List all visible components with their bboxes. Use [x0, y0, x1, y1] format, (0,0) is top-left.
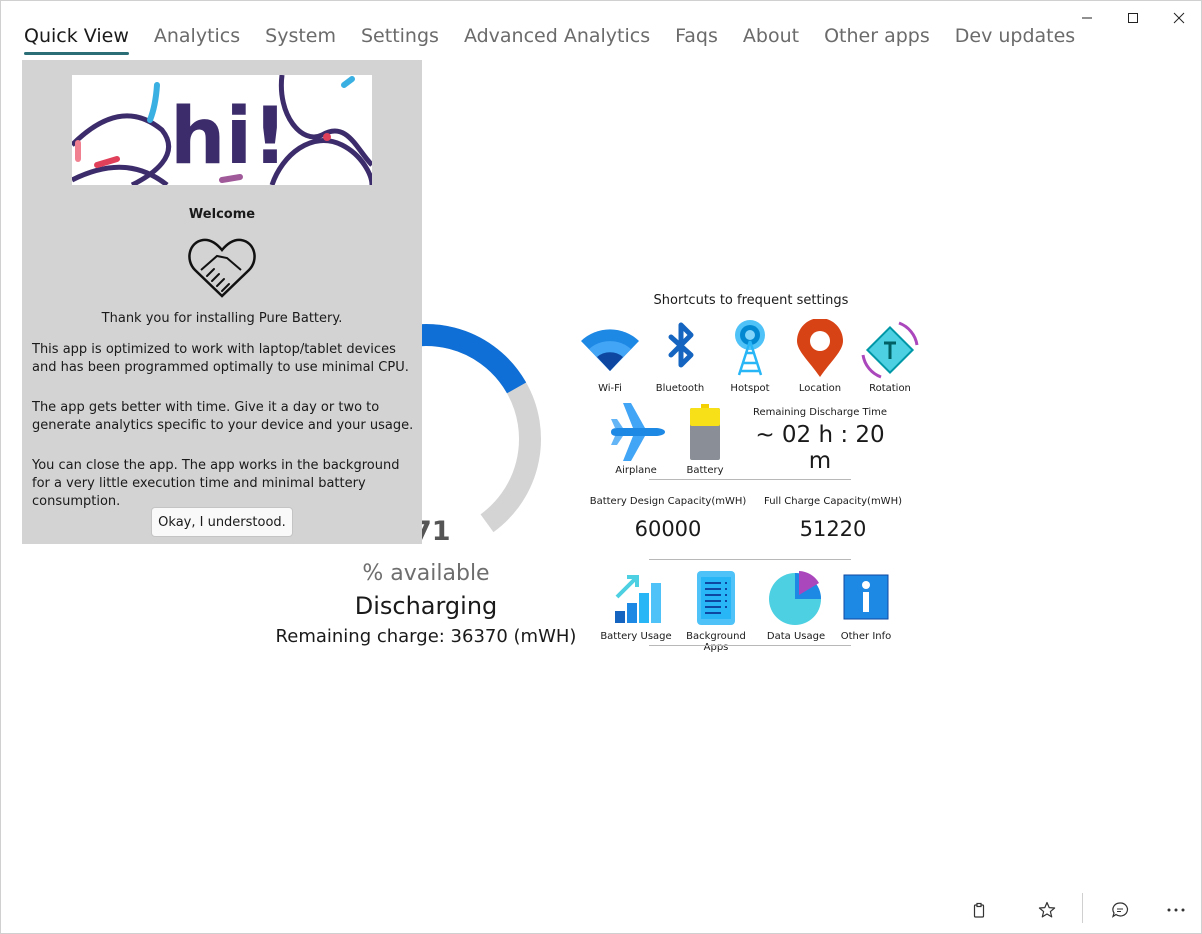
shortcut-label: Other Info: [840, 631, 892, 642]
shortcut-label: Bluetooth: [655, 383, 705, 394]
tab-other-apps[interactable]: Other apps: [824, 25, 930, 47]
star-icon[interactable]: [1032, 897, 1062, 923]
airplane-icon: [611, 403, 665, 461]
tab-analytics[interactable]: Analytics: [154, 25, 240, 47]
dialog-paragraph-3: You can close the app. The app works in …: [32, 458, 400, 509]
ok-understood-button[interactable]: Okay, I understood.: [151, 507, 293, 537]
shortcut-airplane[interactable]: Airplane: [596, 401, 676, 476]
data-usage-icon: [769, 571, 821, 625]
shortcut-data-usage[interactable]: Data Usage: [756, 567, 836, 642]
toolbar-divider: [1082, 893, 1083, 923]
shortcut-bluetooth[interactable]: Bluetooth: [640, 319, 720, 394]
other-info-icon: [843, 574, 889, 620]
divider: [649, 479, 851, 480]
wifi-icon: [581, 329, 639, 371]
tab-system[interactable]: System: [265, 25, 336, 47]
design-capacity-value: 60000: [634, 517, 702, 541]
shortcut-label: Battery Usage: [600, 631, 672, 642]
divider: [649, 645, 851, 646]
shortcut-other-info[interactable]: Other Info: [826, 567, 906, 642]
tab-faqs[interactable]: Faqs: [675, 25, 718, 47]
charging-status: Discharging: [354, 592, 498, 620]
tab-about[interactable]: About: [743, 25, 799, 47]
discharge-time-label: Remaining Discharge Time: [752, 407, 888, 418]
more-icon[interactable]: [1161, 897, 1191, 923]
tab-advanced-analytics[interactable]: Advanced Analytics: [464, 25, 650, 47]
hotspot-icon: [735, 320, 765, 376]
dialog-paragraph-2: The app gets better with time. Give it a…: [32, 400, 414, 433]
shortcut-location[interactable]: Location: [780, 319, 860, 394]
shortcut-rotation[interactable]: Rotation: [850, 319, 930, 394]
location-icon: [797, 319, 843, 377]
shortcut-label: Location: [798, 383, 842, 394]
hi-banner-image: hi!: [72, 75, 372, 185]
shortcut-hotspot[interactable]: Hotspot: [710, 319, 790, 394]
shortcut-label: Hotspot: [730, 383, 770, 394]
tab-quick-view[interactable]: Quick View: [24, 25, 129, 55]
full-charge-capacity-value: 51220: [799, 517, 867, 541]
shortcut-label: Battery: [686, 465, 724, 476]
dialog-paragraph-1: This app is optimized to work with lapto…: [32, 342, 409, 375]
bluetooth-icon: [668, 322, 694, 368]
battery-usage-icon: [615, 575, 661, 623]
feedback-icon[interactable]: [1105, 897, 1135, 923]
thanks-text: Thank you for installing Pure Battery.: [101, 311, 343, 326]
dialog-title: Welcome: [188, 207, 256, 222]
shortcut-background-apps[interactable]: Background Apps: [676, 567, 756, 653]
shortcut-label: Airplane: [615, 465, 657, 476]
divider: [649, 559, 851, 560]
shortcut-label: Background Apps: [686, 631, 746, 653]
remaining-charge: Remaining charge: 36370 (mWH): [275, 626, 577, 647]
shortcut-battery-usage[interactable]: Battery Usage: [596, 567, 676, 642]
shortcut-battery[interactable]: Battery: [665, 401, 745, 476]
discharge-time-value: ~ 02 h : 20 m: [755, 422, 885, 474]
clipboard-icon[interactable]: [964, 897, 994, 923]
handshake-icon: [188, 238, 256, 298]
available-label: % available: [362, 561, 490, 586]
main-nav: Quick View Analytics System Settings Adv…: [24, 25, 1100, 55]
welcome-dialog: hi! Welcome Thank you for installing Pur…: [22, 60, 422, 544]
shortcut-label: Data Usage: [766, 631, 826, 642]
shortcuts-title: Shortcuts to frequent settings: [653, 293, 849, 308]
shortcut-wifi[interactable]: Wi-Fi: [570, 319, 650, 394]
tab-dev-updates[interactable]: Dev updates: [955, 25, 1075, 47]
shortcut-label: Wi-Fi: [598, 383, 622, 394]
battery-icon: [690, 404, 720, 460]
maximize-icon[interactable]: [1110, 1, 1156, 35]
background-apps-icon: [697, 571, 735, 625]
rotation-icon: [861, 321, 919, 379]
tab-settings[interactable]: Settings: [361, 25, 439, 47]
close-icon[interactable]: [1156, 1, 1202, 35]
shortcut-label: Rotation: [869, 383, 911, 394]
design-capacity-label: Battery Design Capacity(mWH): [589, 496, 747, 507]
full-charge-capacity-label: Full Charge Capacity(mWH): [764, 496, 902, 507]
app-window: Quick View Analytics System Settings Adv…: [0, 0, 1202, 934]
banner-text: hi!: [170, 92, 288, 182]
